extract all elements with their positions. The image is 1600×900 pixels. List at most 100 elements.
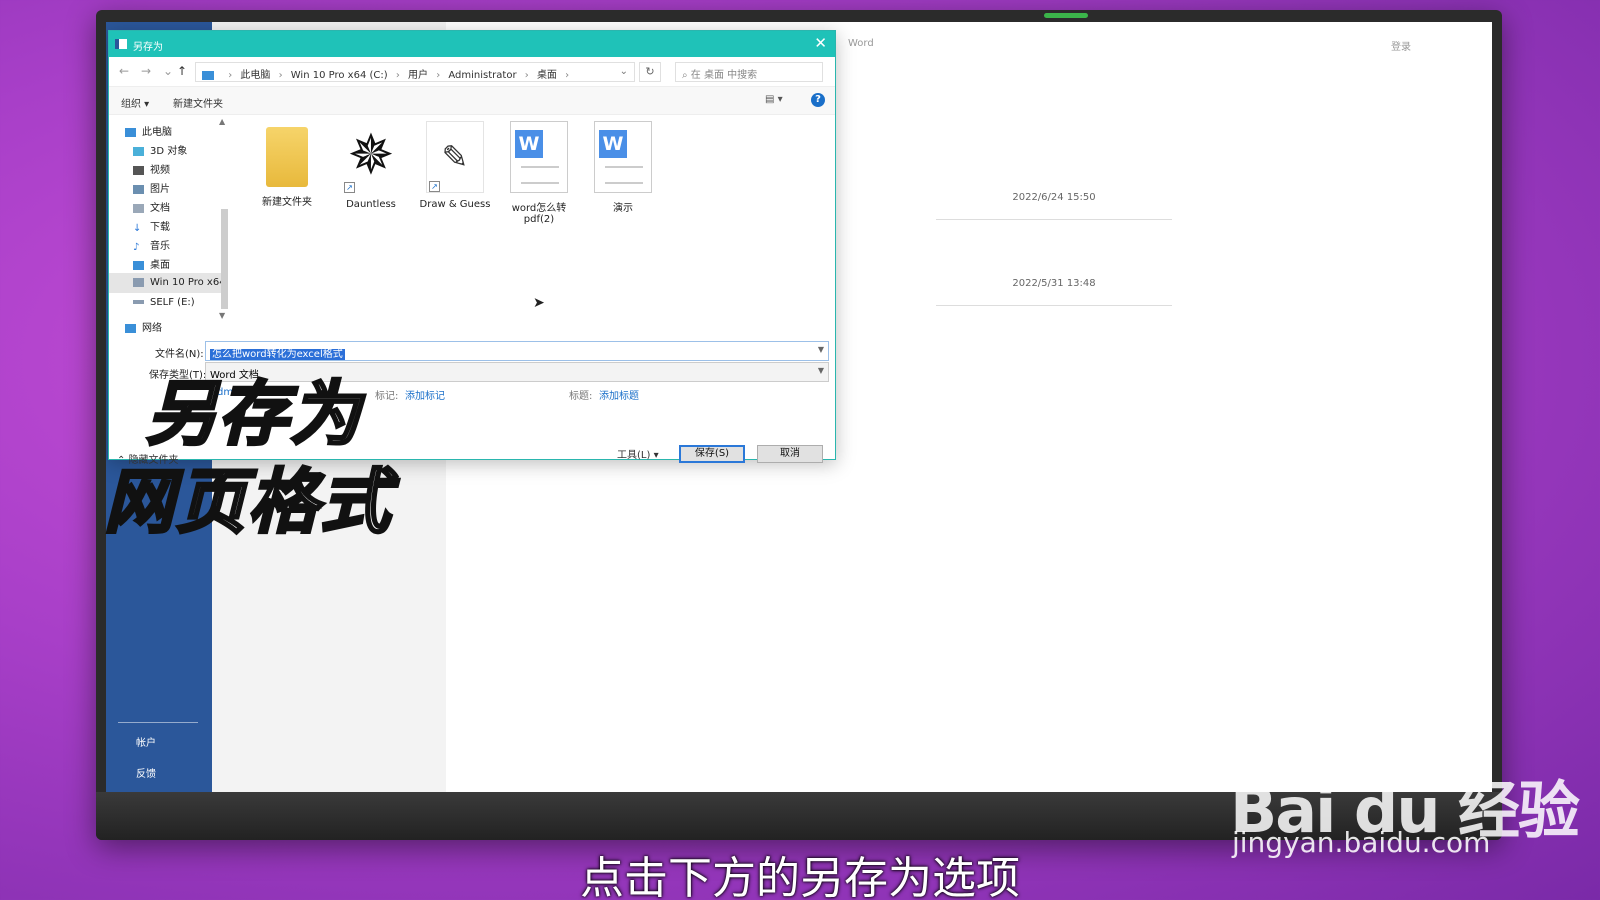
- word-document-icon: W: [510, 121, 568, 193]
- nav-label: 网络: [142, 323, 162, 334]
- picture-icon: [133, 184, 144, 194]
- new-folder-button[interactable]: 新建文件夹: [173, 95, 223, 110]
- nav-scrollbar[interactable]: ▲ ▼: [219, 117, 229, 323]
- search-icon: ⌕: [682, 70, 688, 81]
- help-icon[interactable]: ?: [811, 93, 825, 107]
- nav-item-documents[interactable]: 文档: [133, 199, 170, 214]
- search-input[interactable]: ⌕ 在 桌面 中搜索: [675, 62, 823, 82]
- nav-label: Win 10 Pro x64: [150, 277, 226, 288]
- dialog-title: 另存为: [133, 42, 163, 53]
- dialog-titlebar[interactable]: 另存为 ✕: [109, 31, 835, 57]
- up-arrow-icon[interactable]: ↑: [177, 64, 187, 78]
- file-name: Dauntless: [346, 199, 396, 210]
- shortcut-arrow-icon: ↗: [429, 181, 440, 192]
- breadcrumb-c-drive[interactable]: Win 10 Pro x64 (C:): [291, 70, 388, 81]
- scroll-down-icon[interactable]: ▼: [219, 311, 225, 320]
- nav-label: 文档: [150, 203, 170, 214]
- breadcrumb-users[interactable]: 用户: [408, 70, 428, 81]
- recent-file-row[interactable]: 2022/5/31 13:48: [936, 278, 1172, 306]
- nav-item-downloads[interactable]: ↓ 下载: [133, 218, 170, 234]
- breadcrumb-administrator[interactable]: Administrator: [448, 70, 516, 81]
- file-item-new-folder[interactable]: 新建文件夹: [247, 121, 327, 208]
- word-app-icon: [115, 39, 127, 49]
- file-item-demo[interactable]: W 演示: [583, 121, 663, 214]
- download-icon: ↓: [133, 222, 142, 234]
- sidebar-divider: [118, 722, 198, 723]
- dauntless-logo-icon: ✵ ↗: [342, 121, 400, 193]
- overlay-title-line2: 网页格式: [103, 460, 392, 545]
- recent-file-row[interactable]: 2022/6/24 15:50: [936, 192, 1172, 220]
- modified-date: 2022/6/24 15:50: [1012, 192, 1096, 203]
- file-name: Draw & Guess: [419, 199, 491, 210]
- refresh-button[interactable]: ↻: [639, 62, 661, 82]
- cancel-button[interactable]: 取消: [757, 445, 823, 463]
- view-options-icon[interactable]: ▤ ▾: [765, 94, 783, 105]
- login-link[interactable]: 登录: [1391, 38, 1411, 53]
- app-title: Word: [848, 38, 874, 49]
- nav-label: 图片: [150, 184, 170, 195]
- nav-item-this-pc[interactable]: 此电脑: [125, 123, 172, 138]
- nav-label: 3D 对象: [150, 146, 188, 157]
- navigation-pane: 此电脑 3D 对象 视频 图片 文档 ↓ 下载 ♪ 音乐 桌面 Win 10 Pro…: [109, 115, 231, 334]
- nav-item-e-drive[interactable]: SELF (E:): [133, 297, 195, 308]
- organize-menu[interactable]: 组织 ▾: [121, 95, 149, 110]
- overlay-title-line1: 另存为: [145, 372, 362, 457]
- chevron-right-icon: ›: [278, 70, 283, 81]
- scroll-thumb[interactable]: [221, 209, 228, 309]
- this-pc-icon: [202, 70, 214, 80]
- chevron-down-icon[interactable]: ▼: [818, 366, 824, 375]
- nav-item-network[interactable]: 网络: [125, 319, 162, 334]
- desktop-icon: [133, 260, 144, 270]
- address-row: ← → ⌄ ↑ › 此电脑 › Win 10 Pro x64 (C:) › 用户…: [109, 57, 835, 87]
- close-icon[interactable]: ✕: [814, 34, 827, 52]
- tools-menu[interactable]: 工具(L) ▾: [617, 446, 659, 461]
- sidebar-item-account[interactable]: 帐户: [136, 734, 156, 749]
- file-item-draw-guess[interactable]: ✎ ↗ Draw & Guess: [415, 121, 495, 210]
- dialog-toolbar: 组织 ▾ 新建文件夹 ▤ ▾ ?: [109, 87, 835, 115]
- cube-icon: [133, 146, 144, 156]
- nav-item-c-drive[interactable]: Win 10 Pro x64: [109, 273, 226, 293]
- chevron-right-icon: ›: [228, 70, 233, 81]
- scroll-up-icon[interactable]: ▲: [219, 117, 225, 126]
- save-button[interactable]: 保存(S): [679, 445, 745, 463]
- word-document-icon: W: [594, 121, 652, 193]
- document-icon: [133, 203, 144, 213]
- add-tags-link[interactable]: 添加标记: [405, 387, 445, 402]
- video-icon: [133, 165, 144, 175]
- search-placeholder: 在 桌面 中搜索: [690, 70, 758, 81]
- webcam-indicator: [1044, 13, 1088, 18]
- file-item-word-pdf[interactable]: W word怎么转 pdf(2): [499, 121, 579, 225]
- breadcrumb-this-pc[interactable]: 此电脑: [240, 70, 270, 81]
- sidebar-item-feedback[interactable]: 反馈: [136, 765, 156, 780]
- folder-icon: [266, 127, 308, 187]
- nav-item-videos[interactable]: 视频: [133, 161, 170, 176]
- address-bar[interactable]: › 此电脑 › Win 10 Pro x64 (C:) › 用户 › Admin…: [195, 62, 635, 82]
- add-title-link[interactable]: 添加标题: [599, 387, 639, 402]
- nav-item-3d-objects[interactable]: 3D 对象: [133, 142, 187, 157]
- shortcut-arrow-icon: ↗: [344, 182, 355, 193]
- nav-item-pictures[interactable]: 图片: [133, 180, 170, 195]
- chevron-down-icon: ▾: [653, 450, 659, 461]
- tools-label: 工具(L): [617, 450, 651, 461]
- file-name-line2: pdf(2): [523, 214, 555, 225]
- drive-icon: [133, 300, 144, 304]
- forward-arrow-icon[interactable]: →: [141, 64, 151, 78]
- breadcrumb-desktop[interactable]: 桌面: [537, 70, 557, 81]
- computer-icon: [125, 127, 136, 137]
- chevron-right-icon: ›: [524, 70, 529, 81]
- nav-label: 音乐: [150, 241, 170, 252]
- chevron-down-icon[interactable]: ▼: [818, 345, 824, 354]
- nav-item-desktop[interactable]: 桌面: [133, 256, 170, 271]
- drive-icon: [133, 277, 144, 287]
- nav-item-music[interactable]: ♪ 音乐: [133, 237, 170, 253]
- file-list: 新建文件夹 ✵ ↗ Dauntless ✎ ↗ Draw & Guess W wor…: [239, 115, 835, 325]
- back-arrow-icon[interactable]: ←: [119, 64, 129, 78]
- chevron-down-icon[interactable]: ⌄: [620, 66, 628, 77]
- file-item-dauntless[interactable]: ✵ ↗ Dauntless: [331, 121, 411, 210]
- history-chevron-icon[interactable]: ⌄: [163, 64, 173, 78]
- refresh-icon: ↻: [645, 65, 655, 78]
- nav-label: 桌面: [150, 260, 170, 271]
- title-label: 标题:: [569, 391, 593, 402]
- tags-label: 标记:: [375, 391, 399, 402]
- chevron-right-icon: ›: [395, 70, 400, 81]
